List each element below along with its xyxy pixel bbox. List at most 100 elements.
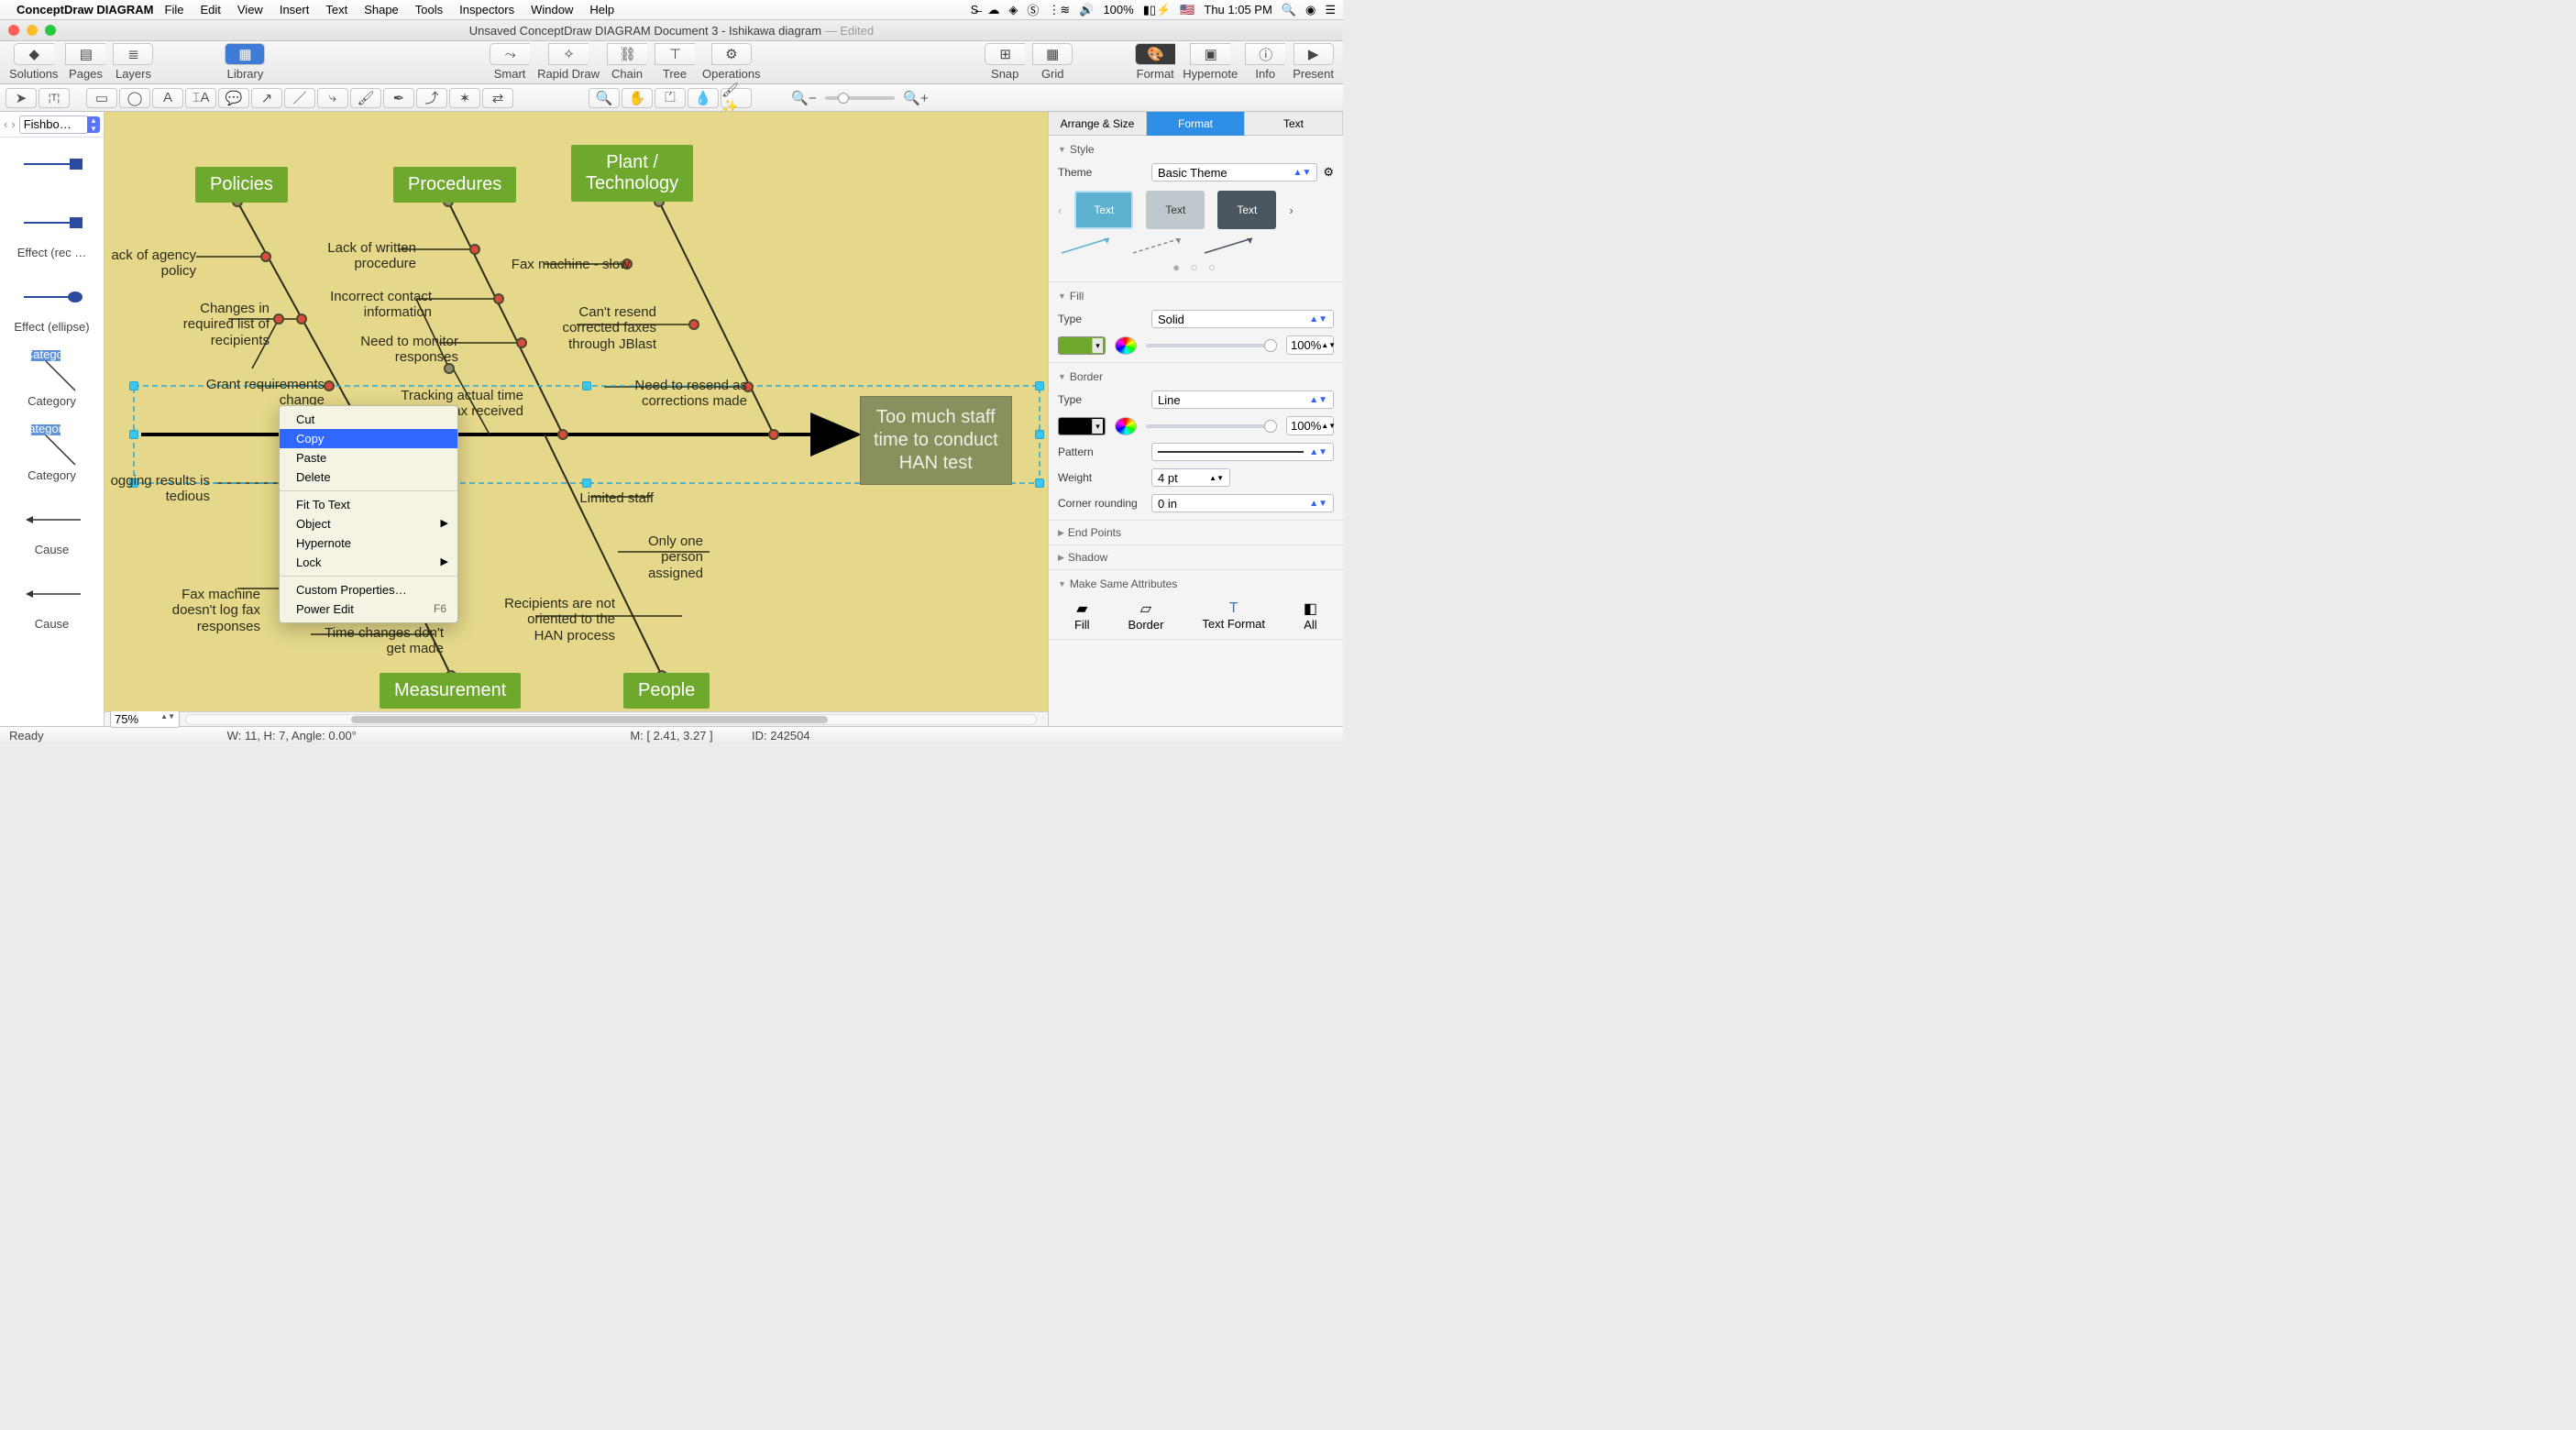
cause[interactable]: Limited staff [567, 490, 654, 506]
fill-opacity-slider[interactable] [1146, 344, 1277, 347]
cause[interactable]: Time changes don't get made [308, 625, 444, 657]
menu-tools[interactable]: Tools [415, 3, 443, 16]
hand-tool[interactable]: ✋ [622, 88, 653, 108]
ctx-copy[interactable]: Copy [280, 429, 457, 448]
cause[interactable]: Grant requirements change [182, 377, 325, 409]
smart-button[interactable]: ⤳ [490, 43, 530, 65]
category-policies[interactable]: Policies [195, 167, 288, 203]
magnify-tool[interactable]: 🔍 [589, 88, 620, 108]
pattern-select[interactable]: ▲▼ [1151, 443, 1334, 461]
callout-tool[interactable]: ⌶A [185, 88, 216, 108]
ctx-lock[interactable]: Lock▶ [280, 553, 457, 572]
layers-button[interactable]: ≣ [113, 43, 153, 65]
theme-swatch[interactable]: Text [1146, 191, 1205, 229]
tab-format[interactable]: Format [1147, 112, 1245, 136]
cloud-icon[interactable]: ☁ [987, 3, 999, 17]
app-name[interactable]: ConceptDraw DIAGRAM [17, 3, 154, 16]
ctx-delete[interactable]: Delete [280, 468, 457, 487]
stamp-tool[interactable]: ⏍ [655, 88, 686, 108]
volume-icon[interactable]: 🔊 [1079, 3, 1094, 17]
minimize-icon[interactable] [27, 25, 38, 36]
same-textformat[interactable]: TText Format [1202, 600, 1265, 631]
strikethrough-icon[interactable]: S̶ [971, 3, 979, 16]
stencil-item[interactable]: Categor yCategory [4, 424, 100, 482]
grid-button[interactable]: ▦ [1032, 43, 1073, 65]
menu-shape[interactable]: Shape [364, 3, 399, 16]
rect-tool[interactable]: ▭ [86, 88, 117, 108]
ctx-hypernote[interactable]: Hypernote [280, 534, 457, 553]
cause[interactable]: Can't resend corrected faxes through JBl… [545, 304, 656, 352]
category-measurement[interactable]: Measurement [380, 673, 521, 709]
menu-window[interactable]: Window [531, 3, 573, 16]
zoom-icon[interactable] [45, 25, 56, 36]
category-procedures[interactable]: Procedures [393, 167, 516, 203]
menu-view[interactable]: View [237, 3, 263, 16]
cause[interactable]: Need to monitor responses [341, 334, 458, 366]
stencil-item[interactable]: CategorCategory [4, 350, 100, 408]
select-tool[interactable]: ➤ [6, 88, 37, 108]
ctx-custom-properties[interactable]: Custom Properties… [280, 580, 457, 600]
cause[interactable]: Recipients are not oriented to the HAN p… [494, 596, 615, 644]
eyedropper-tool[interactable]: 💧 [688, 88, 719, 108]
menu-inspectors[interactable]: Inspectors [459, 3, 514, 16]
theme-select[interactable]: Basic Theme▲▼ [1151, 163, 1317, 182]
clock[interactable]: Thu 1:05 PM [1204, 3, 1271, 16]
cause[interactable]: ack of agency policy [105, 248, 196, 280]
zoom-slider[interactable] [825, 96, 895, 100]
siri-icon[interactable]: ◉ [1305, 3, 1316, 17]
tab-arrange[interactable]: Arrange & Size [1049, 112, 1147, 136]
cause[interactable]: Changes in required list of recipients [146, 301, 270, 348]
theme-swatch[interactable]: Text [1074, 191, 1133, 229]
gear-icon[interactable]: ⚙ [1323, 165, 1334, 180]
tab-text[interactable]: Text [1245, 112, 1343, 136]
ellipse-tool[interactable]: ◯ [119, 88, 150, 108]
stencil-next[interactable]: › [11, 117, 15, 131]
operations-button[interactable]: ⚙ [711, 43, 752, 65]
stencil-item[interactable]: Effect (rec … [4, 202, 100, 259]
notification-icon[interactable]: ☰ [1325, 3, 1336, 17]
solutions-button[interactable]: ◆ [14, 43, 54, 65]
menu-insert[interactable]: Insert [280, 3, 310, 16]
connector-tool[interactable]: ✶ [449, 88, 480, 108]
tree-button[interactable]: ⊤ [655, 43, 695, 65]
same-border[interactable]: ▱Border [1128, 600, 1163, 632]
skype-icon[interactable]: Ⓢ [1027, 1, 1039, 18]
border-type-select[interactable]: Line▲▼ [1151, 390, 1334, 409]
note-tool[interactable]: 💬 [218, 88, 249, 108]
border-opacity-value[interactable]: 100%▲▼ [1286, 416, 1334, 435]
zoom-combo[interactable]: 75%▲▼ [110, 710, 180, 728]
same-all[interactable]: ◧All [1304, 600, 1317, 632]
weight-input[interactable]: 4 pt▲▼ [1151, 468, 1230, 487]
text-tool[interactable]: ¦T¦ [39, 88, 70, 108]
textbox-tool[interactable]: A [152, 88, 183, 108]
brush-tool[interactable]: 🖌 [350, 88, 381, 108]
library-button[interactable]: ▦ [225, 43, 265, 65]
present-button[interactable]: ▶ [1294, 43, 1334, 65]
ctx-object[interactable]: Object▶ [280, 514, 457, 534]
ctx-cut[interactable]: Cut [280, 410, 457, 429]
effect-box[interactable]: Too much staff time to conduct HAN test [860, 396, 1012, 485]
cause[interactable]: ogging results is tedious [105, 473, 210, 505]
rapiddraw-button[interactable]: ✧ [548, 43, 589, 65]
border-color[interactable]: ▾ [1058, 417, 1106, 435]
ctx-fit-to-text[interactable]: Fit To Text [280, 495, 457, 514]
pages-button[interactable]: ▤ [65, 43, 105, 65]
border-opacity-slider[interactable] [1146, 424, 1277, 428]
cause[interactable]: Incorrect contact information [311, 289, 432, 321]
spotlight-icon[interactable]: 🔍 [1282, 3, 1296, 17]
same-fill[interactable]: ▰Fill [1074, 600, 1090, 632]
cause[interactable]: Fax machine doesn't log fax responses [150, 587, 260, 634]
theme-prev[interactable]: ‹ [1058, 204, 1062, 217]
corner-select[interactable]: 0 in▲▼ [1151, 494, 1334, 512]
category-plant[interactable]: Plant / Technology [571, 145, 693, 202]
arrow-line-tool[interactable]: ↗ [251, 88, 282, 108]
bezier-tool[interactable]: ⤴ [416, 88, 447, 108]
cause[interactable]: Lack of written procedure [299, 240, 416, 272]
zoom-out-icon[interactable]: 🔍− [788, 88, 820, 108]
color-wheel-icon[interactable] [1115, 417, 1137, 435]
ctx-paste[interactable]: Paste [280, 448, 457, 468]
menu-file[interactable]: File [165, 3, 184, 16]
zoom-in-icon[interactable]: 🔍+ [900, 88, 931, 108]
dropbox-icon[interactable]: ◈ [1008, 3, 1018, 17]
canvas[interactable]: Policies Procedures Plant / Technology M… [105, 112, 1048, 711]
